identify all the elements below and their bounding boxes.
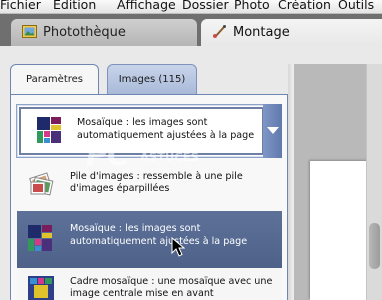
tab-images-label: Images (115) [118,74,186,85]
menu-bar: Fichier Edition Affichage Dossier Photo … [0,0,382,14]
scrollbar-thumb[interactable] [369,223,380,269]
layout-option-cadre-line1: Cadre mosaïque : une mosaïque avec une [70,276,273,287]
layout-option-cadre-mosaique[interactable]: Cadre mosaïque : une mosaïque avec une i… [17,268,282,300]
layout-option-mosaique-line1: Mosaïque : les images sont [70,223,201,234]
settings-tab-bar: Images (115) Paramètres [10,64,288,94]
menu-fichier[interactable]: Fichier [0,0,41,12]
tab-parametres[interactable]: Paramètres [10,64,99,94]
main-tab-strip: Photothèque Montage [0,14,382,46]
photo-library-icon [22,25,37,38]
mouse-cursor-icon [171,237,185,257]
tab-phototheque-label: Photothèque [43,25,126,40]
layout-option-mosaique-line2: automatiquement ajustées à la page [70,236,248,247]
menu-photo[interactable]: Photo [234,0,270,12]
tab-montage[interactable]: Montage [201,19,382,46]
mosaic-layout-icon [37,117,61,143]
layout-option-mosaique[interactable]: Mosaïque : les images sont automatiqueme… [17,211,282,268]
menu-dossier[interactable]: Dossier [182,0,229,12]
mosaic-layout-icon [28,225,52,251]
layout-select-line1: Mosaïque : les images sont [77,117,208,128]
layout-select[interactable]: Mosaïque : les images sont automatiqueme… [16,104,282,158]
tab-montage-label: Montage [233,25,290,40]
layout-select-dropdown-arrow[interactable] [263,104,282,158]
menu-creation[interactable]: Création [278,0,331,12]
photo-stack-icon [29,172,54,196]
tab-phototheque[interactable]: Photothèque [11,19,197,46]
brush-icon [213,25,226,38]
tab-images[interactable]: Images (115) [107,64,197,94]
menu-edition[interactable]: Edition [53,0,96,12]
layout-option-pile[interactable]: Pile d'images : ressemble à une pile d'i… [17,164,282,207]
panel-divider[interactable] [288,64,294,300]
layout-option-pile-line1: Pile d'images : ressemble à une pile [70,171,243,182]
framed-mosaic-icon [28,276,54,300]
menu-outils[interactable]: Outils [338,0,374,12]
tab-parametres-label: Paramètres [25,74,84,85]
layout-select-line2: automatiquement ajustées à la page [77,130,255,141]
layout-option-pile-line2: d'images éparpillées [70,183,170,194]
layout-option-cadre-line2: image centrale mise en avant [70,288,214,299]
menu-affichage[interactable]: Affichage [117,0,176,12]
